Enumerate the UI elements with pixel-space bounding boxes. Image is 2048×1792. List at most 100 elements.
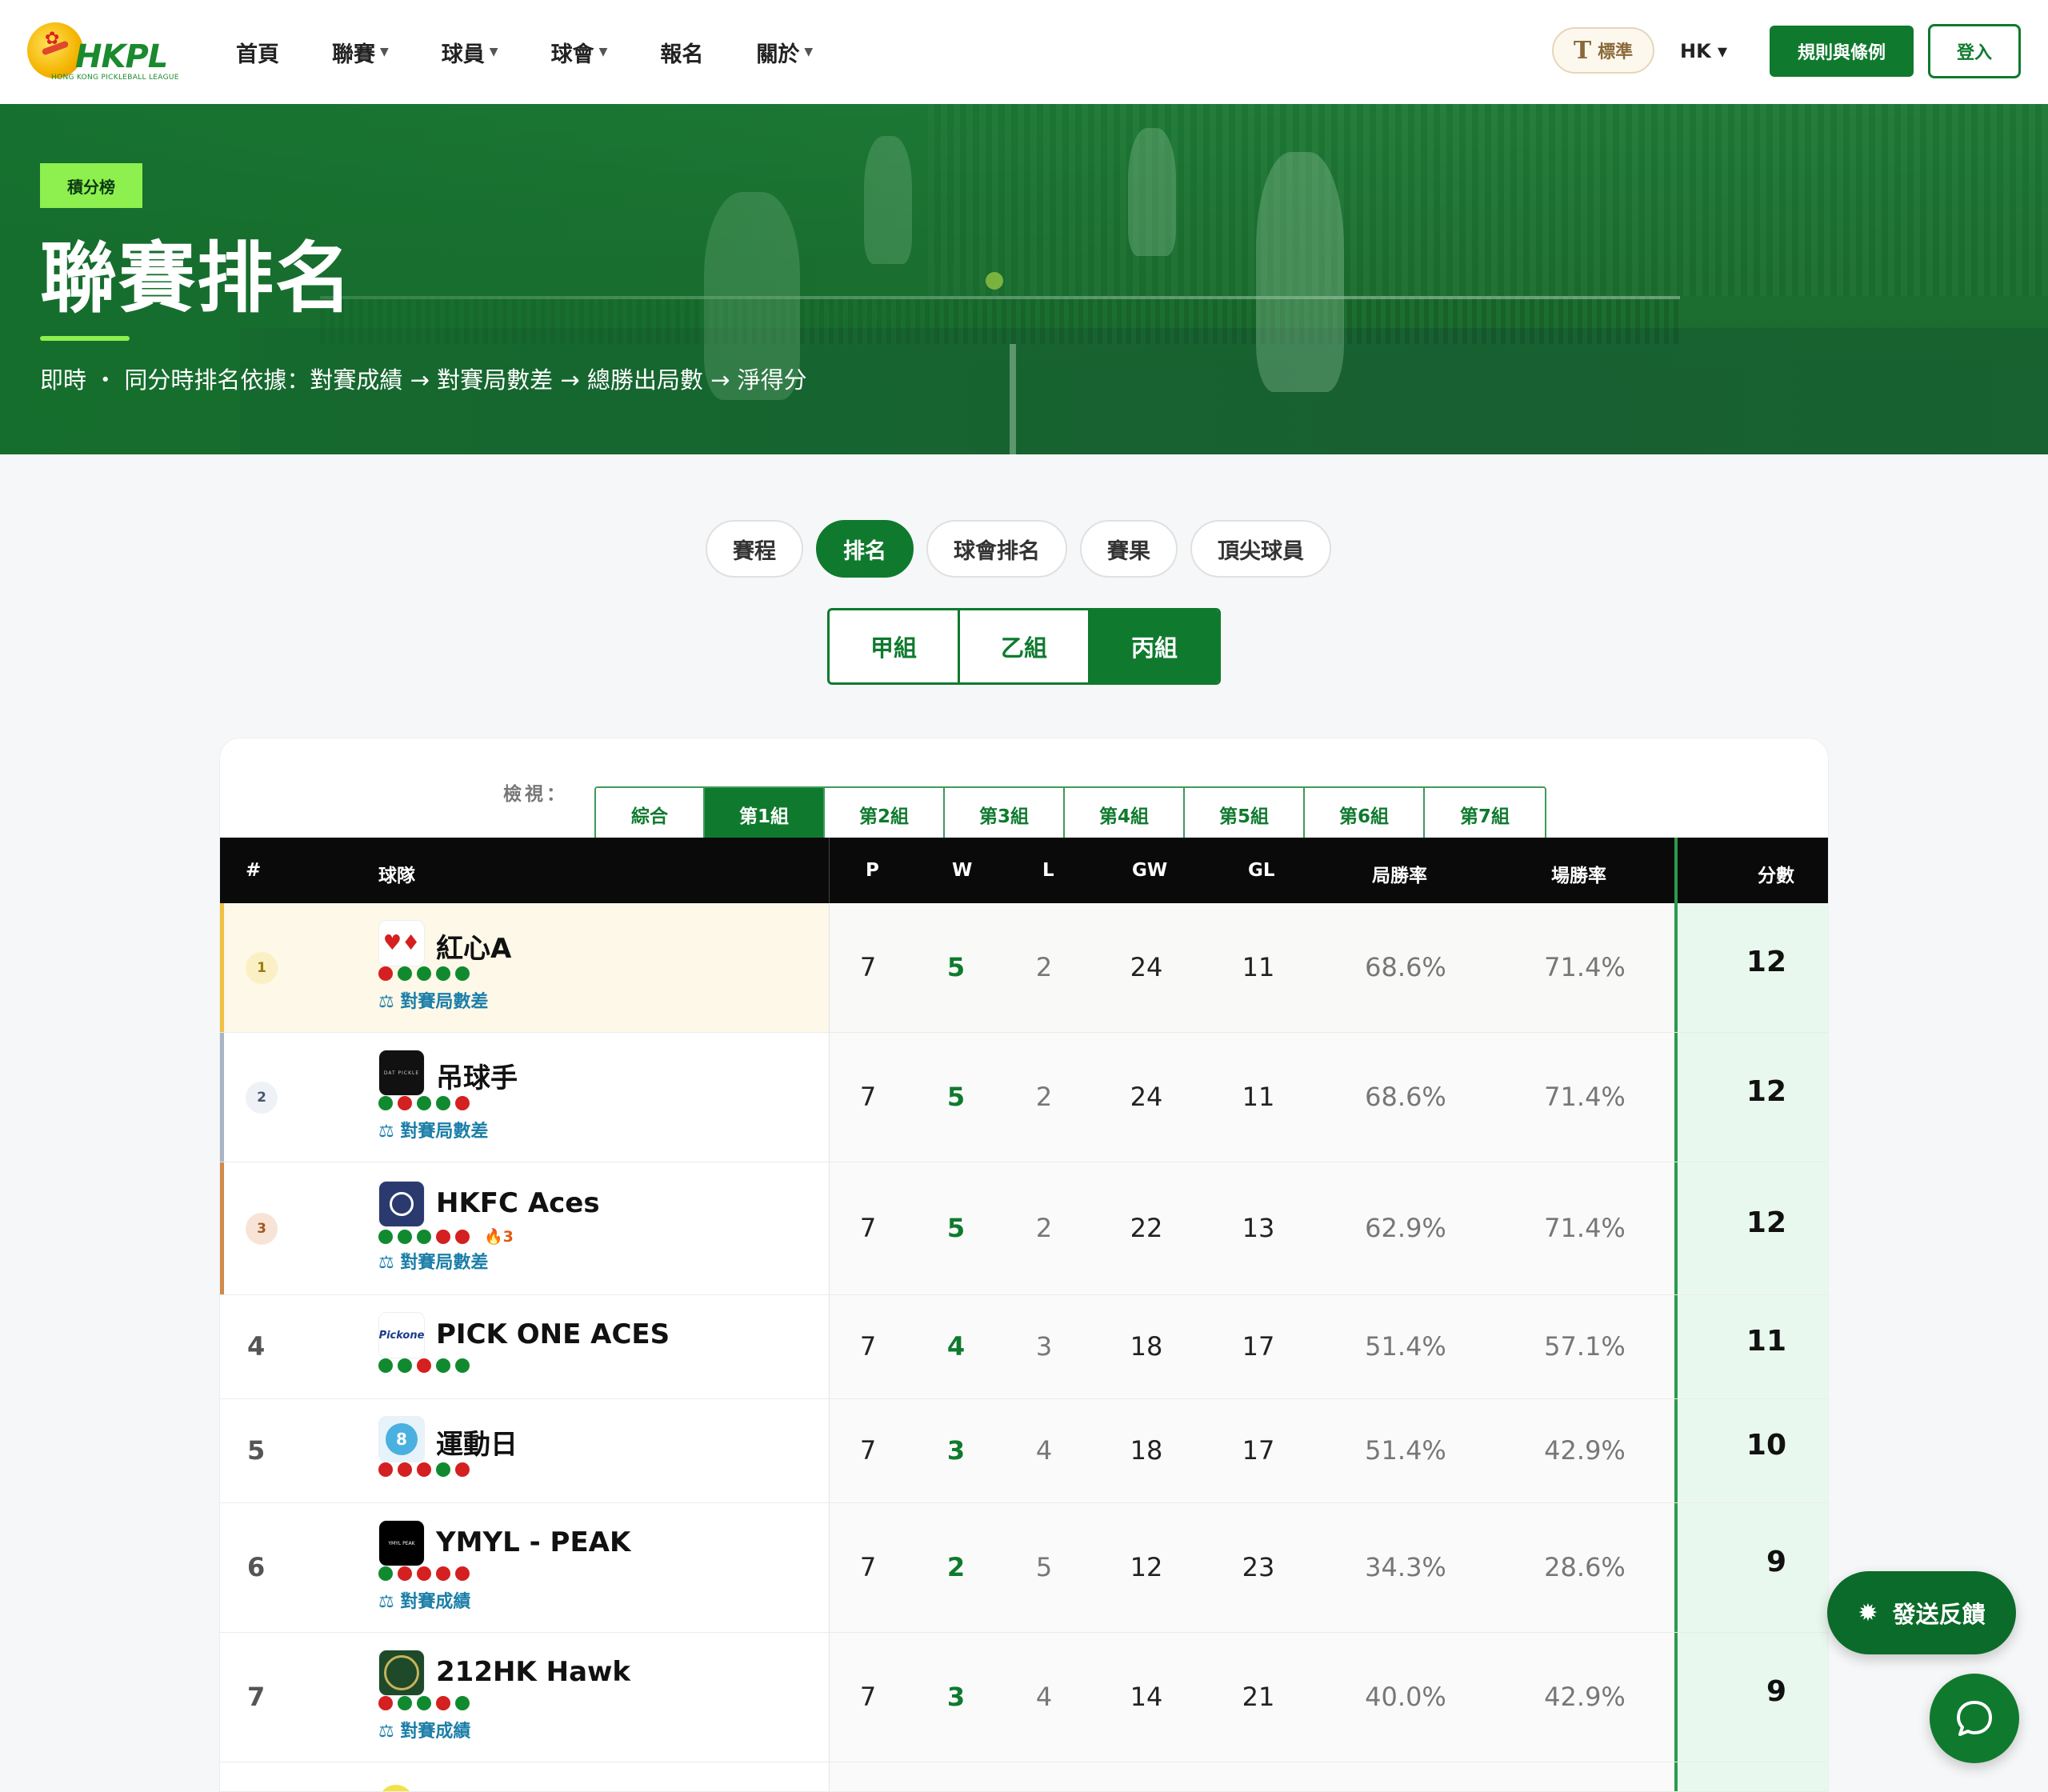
group-6[interactable]: 第6組	[1305, 788, 1425, 841]
team-name[interactable]: 運動日	[436, 1422, 518, 1462]
team-logo[interactable]: YMYL PEAK	[378, 1520, 425, 1566]
played-value: 7	[859, 1213, 877, 1243]
played-value: 7	[859, 1435, 877, 1466]
feedback-button[interactable]: ✹ 發送反饋	[1827, 1571, 2016, 1654]
column-divider	[829, 1503, 830, 1632]
points-value: 9	[1766, 1546, 1786, 1578]
nav-register[interactable]: 報名	[660, 37, 703, 68]
games-won-value: 18	[1130, 1331, 1163, 1362]
team-logo[interactable]	[378, 1181, 425, 1227]
team-logo[interactable]	[378, 1785, 414, 1791]
recent-form	[378, 966, 474, 981]
font-size-toggle[interactable]: T 標準	[1552, 27, 1654, 74]
language-selector[interactable]: HK ▾	[1680, 29, 1727, 74]
table-row[interactable]: 3 HKFC Aces 🔥3 ⚖ 對賽局數差 7 5 2 22 13 62.9% 71.4% 12	[220, 1162, 1828, 1295]
loss-dot	[436, 1229, 450, 1244]
win-dot	[398, 1358, 412, 1373]
team-logo[interactable]: DAT PICKLE	[378, 1050, 425, 1096]
nav-clubs[interactable]: 球會 ▼	[551, 37, 608, 68]
table-row[interactable]: 1 ♥♦ 紅心A ⚖ 對賽局數差 7 5 2 24 11 68.6% 71.4% 12	[220, 903, 1828, 1033]
recent-form: 🔥3	[378, 1227, 514, 1246]
view-label: 檢視：	[503, 784, 568, 805]
feedback-label: 發送反饋	[1892, 1601, 1986, 1628]
page-title: 聯賽排名	[40, 234, 354, 323]
team-name[interactable]: 吊球手	[436, 1056, 518, 1095]
win-dot	[378, 1566, 393, 1581]
header-team: 球隊	[378, 866, 415, 886]
table-row[interactable]: 5 8 運動日 7 3 4 18 17 51.4% 42.9% 10	[220, 1399, 1828, 1503]
played-value: 7	[859, 1331, 877, 1362]
nav-home[interactable]: 首頁	[236, 37, 279, 68]
team-name[interactable]: 紅心A	[436, 926, 511, 966]
chevron-down-icon: ▼	[598, 46, 608, 58]
tab-results[interactable]: 賽果	[1080, 520, 1178, 578]
tab-schedule[interactable]: 賽程	[706, 520, 803, 578]
header-match-pct: 場勝率	[1551, 866, 1606, 886]
table-row[interactable]: 4 Pickone PICK ONE ACES 7 4 3 18 17 51.4% 57.1% 11	[220, 1295, 1828, 1399]
team-logo[interactable]: Pickone	[378, 1312, 425, 1358]
recent-form	[378, 1566, 474, 1581]
loss-dot	[455, 1462, 470, 1477]
hkpl-logo[interactable]: ✿ HKPL HONG KONG PICKLEBALL LEAGUE	[27, 21, 178, 85]
column-divider	[829, 1399, 830, 1502]
tab-club-ranking[interactable]: 球會排名	[926, 520, 1067, 578]
nav-about[interactable]: 關於 ▼	[756, 37, 813, 68]
group-7[interactable]: 第7組	[1425, 788, 1545, 841]
team-logo[interactable]: 8	[378, 1416, 425, 1462]
division-c[interactable]: 丙組	[1090, 610, 1218, 682]
team-name[interactable]: PICK ONE ACES	[436, 1318, 670, 1350]
loss-dot	[378, 1462, 393, 1477]
view-filter: 檢視： 綜合 第1組 第2組 第3組 第4組 第5組 第6組 第7組	[220, 762, 1828, 842]
team-logo[interactable]	[378, 1650, 425, 1696]
group-1[interactable]: 第1組	[705, 788, 825, 841]
group-5[interactable]: 第5組	[1185, 788, 1305, 841]
points-divider	[1674, 838, 1678, 903]
win-dot	[417, 1229, 431, 1244]
group-2[interactable]: 第2組	[825, 788, 945, 841]
division-b[interactable]: 乙組	[960, 610, 1090, 682]
rules-button[interactable]: 規則與條例	[1770, 26, 1914, 77]
points-value: 12	[1746, 946, 1786, 978]
table-row[interactable]: 2 DAT PICKLE 吊球手 ⚖ 對賽局數差 7 5 2 24 11 68.6% 71.4% 12	[220, 1033, 1828, 1162]
loss-dot	[378, 966, 393, 981]
game-pct-value: 34.3%	[1365, 1552, 1446, 1582]
top-navbar: ✿ HKPL HONG KONG PICKLEBALL LEAGUE 首頁 聯賽…	[0, 0, 2048, 104]
chat-button[interactable]	[1930, 1674, 2019, 1763]
tab-top-players[interactable]: 頂尖球員	[1190, 520, 1331, 578]
table-row[interactable]: 6 YMYL PEAK YMYL - PEAK ⚖ 對賽成績 7 2 5 12 23 34.3% 2…	[220, 1503, 1828, 1633]
win-dot	[455, 1358, 470, 1373]
team-name[interactable]: 212HK Hawk	[436, 1656, 630, 1688]
table-row[interactable]	[220, 1762, 1828, 1791]
game-pct-value: 68.6%	[1365, 952, 1446, 982]
points-cell-background	[1674, 1762, 1828, 1791]
games-lost-value: 11	[1242, 952, 1275, 982]
played-value: 7	[859, 952, 877, 982]
wins-value: 5	[946, 1082, 966, 1112]
header-losses: L	[1042, 860, 1054, 881]
column-divider	[829, 903, 830, 1032]
column-divider	[829, 1033, 830, 1162]
games-won-value: 18	[1130, 1435, 1163, 1466]
nav-players[interactable]: 球員 ▼	[442, 37, 498, 68]
win-dot	[436, 966, 450, 981]
team-name[interactable]: YMYL - PEAK	[436, 1526, 630, 1558]
division-a[interactable]: 甲組	[830, 610, 960, 682]
login-button[interactable]: 登入	[1928, 24, 2021, 78]
team-name[interactable]: HKFC Aces	[436, 1187, 600, 1219]
match-pct-value: 42.9%	[1544, 1682, 1626, 1712]
standings-rows: 1 ♥♦ 紅心A ⚖ 對賽局數差 7 5 2 24 11 68.6% 71.4% 12 2 DAT PIC…	[220, 903, 1828, 1791]
group-3[interactable]: 第3組	[945, 788, 1065, 841]
table-row[interactable]: 7 212HK Hawk ⚖ 對賽成績 7 3 4 14 21 40.0% 42.9% 9	[220, 1633, 1828, 1762]
win-dot	[398, 1229, 412, 1244]
team-logo[interactable]: ♥♦	[378, 920, 425, 966]
tab-standings[interactable]: 排名	[816, 520, 914, 578]
podium-accent-bar	[220, 903, 224, 1032]
group-4[interactable]: 第4組	[1065, 788, 1185, 841]
group-overall[interactable]: 綜合	[596, 788, 705, 841]
nav-league[interactable]: 聯賽 ▼	[332, 37, 389, 68]
losses-value: 3	[1035, 1331, 1053, 1362]
rank-number: 5	[247, 1435, 266, 1466]
games-won-value: 22	[1130, 1213, 1163, 1243]
recent-form	[378, 1462, 474, 1477]
recent-form	[378, 1358, 474, 1373]
